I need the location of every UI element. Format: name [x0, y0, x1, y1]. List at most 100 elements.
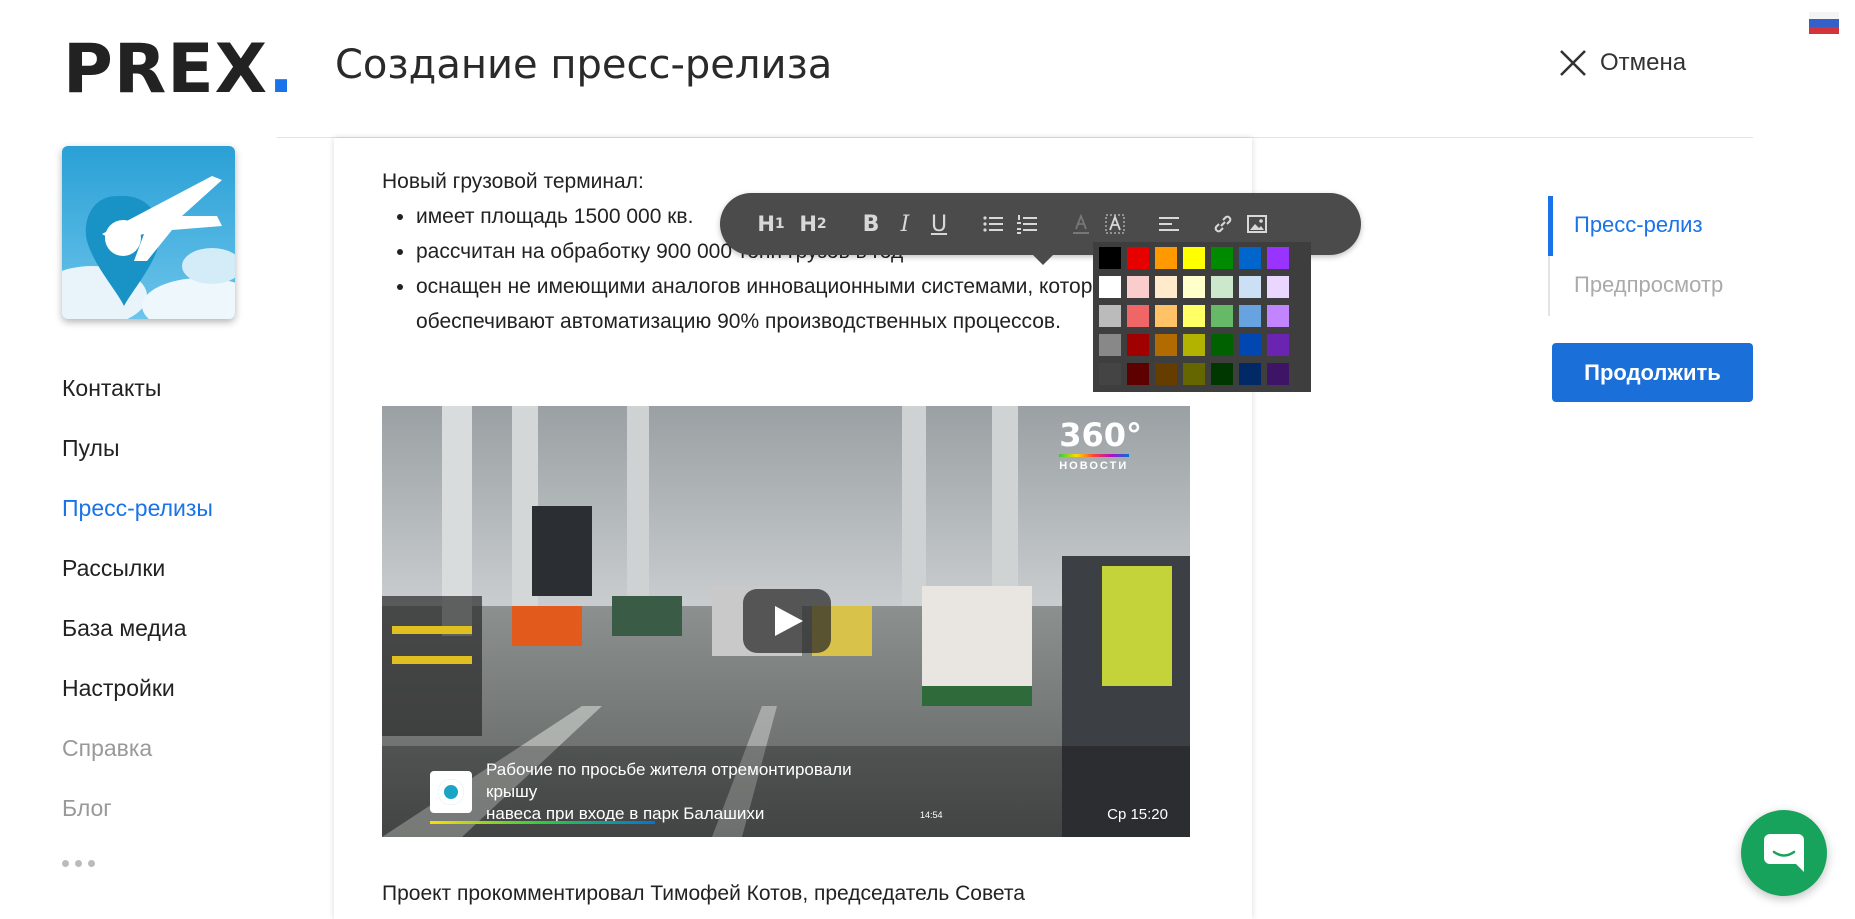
color-swatch[interactable] [1267, 247, 1289, 269]
link-icon [1214, 215, 1232, 233]
bullet-list-icon [983, 216, 1003, 232]
color-swatch[interactable] [1239, 305, 1261, 327]
bullet-list-button[interactable] [976, 207, 1010, 241]
color-swatch[interactable] [1267, 276, 1289, 298]
sidebar-nav: Контакты Пулы Пресс-релизы Рассылки База… [62, 370, 213, 867]
language-flag-icon[interactable] [1809, 12, 1839, 34]
list-item: оснащен не имеющими аналогов инновационн… [416, 269, 1202, 339]
prex-logo[interactable]: PREX. [63, 30, 295, 110]
color-swatch[interactable] [1267, 305, 1289, 327]
color-swatch[interactable] [1127, 247, 1149, 269]
cancel-button[interactable]: Отмена [1558, 48, 1686, 78]
cancel-label: Отмена [1600, 49, 1687, 76]
color-swatch[interactable] [1099, 276, 1121, 298]
color-swatch[interactable] [1127, 276, 1149, 298]
color-swatch[interactable] [1267, 363, 1289, 385]
text-color-icon [1073, 213, 1089, 234]
image-icon [1247, 215, 1267, 233]
sidebar-item-contacts[interactable]: Контакты [62, 370, 213, 430]
align-button[interactable] [1152, 207, 1186, 241]
background-color-icon [1105, 214, 1125, 234]
color-swatch[interactable] [1239, 276, 1261, 298]
color-swatch[interactable] [1127, 305, 1149, 327]
color-swatch[interactable] [1099, 305, 1121, 327]
sidebar-item-blog[interactable]: Блог [62, 790, 213, 850]
news-ticker: Рабочие по просьбе жителя отремонтировал… [430, 760, 870, 823]
more-icon[interactable] [62, 860, 213, 867]
close-icon [1560, 50, 1586, 76]
color-palette [1093, 242, 1311, 392]
heading-2-button[interactable]: H2 [792, 207, 834, 241]
numbered-list-icon [1017, 215, 1037, 234]
heading-2-sub: 2 [816, 216, 827, 232]
heading-2-label: H [799, 212, 817, 236]
color-swatch[interactable] [1099, 363, 1121, 385]
link-button[interactable] [1206, 207, 1240, 241]
color-swatch[interactable] [1239, 363, 1261, 385]
news-clock: Ср 15:20 [1107, 806, 1168, 823]
airplane-logo-icon [62, 146, 235, 319]
color-swatch[interactable] [1267, 334, 1289, 356]
color-swatch[interactable] [1127, 334, 1149, 356]
color-swatch[interactable] [1099, 247, 1121, 269]
underline-button[interactable]: U [922, 207, 956, 241]
company-avatar[interactable] [62, 146, 235, 319]
logo-text: PREX [63, 30, 269, 109]
step-navigation: Пресс-релиз Предпросмотр [1548, 196, 1723, 316]
color-swatch[interactable] [1239, 334, 1261, 356]
step-press-release[interactable]: Пресс-релиз [1548, 196, 1723, 256]
sidebar-item-media-base[interactable]: База медиа [62, 610, 213, 670]
sidebar-item-mailings[interactable]: Рассылки [62, 550, 213, 610]
news-progress-bar [430, 821, 655, 824]
heading-1-button[interactable]: H1 [750, 207, 792, 241]
sidebar-item-pools[interactable]: Пулы [62, 430, 213, 490]
embedded-video[interactable]: 360° НОВОСТИ Рабочие по просьбе жителя о… [382, 406, 1190, 837]
color-swatch[interactable] [1211, 305, 1233, 327]
sidebar-item-help[interactable]: Справка [62, 730, 213, 790]
color-swatch[interactable] [1155, 247, 1177, 269]
image-button[interactable] [1240, 207, 1274, 241]
brand-subtitle: НОВОСТИ [1059, 460, 1129, 472]
color-swatch[interactable] [1183, 247, 1205, 269]
news-line-1: Рабочие по просьбе жителя отремонтировал… [486, 760, 852, 801]
color-swatch[interactable] [1155, 305, 1177, 327]
chat-button[interactable] [1741, 810, 1827, 896]
color-swatch[interactable] [1183, 305, 1205, 327]
color-swatch[interactable] [1211, 334, 1233, 356]
brand-color-bar [1059, 454, 1130, 457]
play-button[interactable] [743, 589, 831, 653]
color-swatch[interactable] [1211, 276, 1233, 298]
news-headline: Рабочие по просьбе жителя отремонтировал… [486, 759, 870, 825]
page-title: Создание пресс-релиза [335, 42, 833, 88]
color-swatch[interactable] [1211, 247, 1233, 269]
color-swatch[interactable] [1183, 334, 1205, 356]
heading-1-label: H [757, 212, 775, 236]
news-logo-icon [430, 771, 472, 813]
color-swatch[interactable] [1239, 247, 1261, 269]
italic-button[interactable]: I [888, 207, 922, 241]
sidebar-item-settings[interactable]: Настройки [62, 670, 213, 730]
align-left-icon [1159, 217, 1179, 231]
background-color-button[interactable] [1098, 207, 1132, 241]
continue-button[interactable]: Продолжить [1552, 343, 1753, 402]
brand-logo-text: 360° [1059, 416, 1142, 454]
text-color-button[interactable] [1064, 207, 1098, 241]
numbered-list-button[interactable] [1010, 207, 1044, 241]
color-swatch[interactable] [1099, 334, 1121, 356]
step-preview[interactable]: Предпросмотр [1548, 256, 1723, 316]
color-swatch[interactable] [1127, 363, 1149, 385]
news-small-time: 14:54 [920, 810, 943, 820]
color-swatch[interactable] [1211, 363, 1233, 385]
chat-icon [1764, 834, 1804, 872]
heading-1-sub: 1 [774, 216, 785, 232]
sidebar-item-press-releases[interactable]: Пресс-релизы [62, 490, 213, 550]
color-swatch[interactable] [1183, 363, 1205, 385]
color-swatch[interactable] [1155, 363, 1177, 385]
channel-brand: 360° НОВОСТИ [1059, 418, 1142, 472]
logo-dot: . [268, 30, 295, 109]
editor-paragraph: Проект прокомментировал Тимофей Котов, п… [382, 882, 1025, 905]
color-swatch[interactable] [1183, 276, 1205, 298]
color-swatch[interactable] [1155, 334, 1177, 356]
color-swatch[interactable] [1155, 276, 1177, 298]
bold-button[interactable]: B [854, 207, 888, 241]
